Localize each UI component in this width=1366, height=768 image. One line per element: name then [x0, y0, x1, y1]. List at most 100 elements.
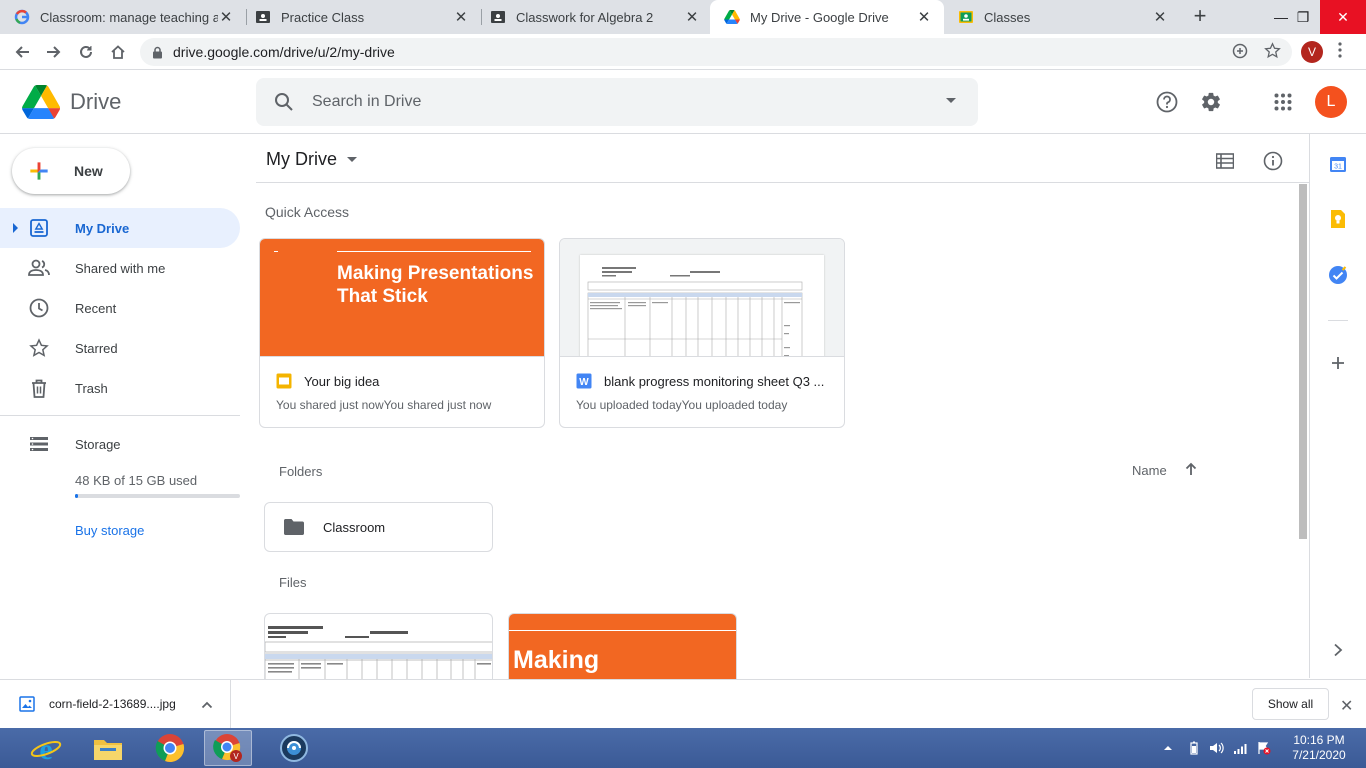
progress-sheet-preview — [265, 626, 492, 683]
drive-icon — [724, 9, 740, 25]
home-button[interactable] — [106, 40, 130, 64]
slide-decoration — [509, 630, 736, 631]
lock-icon — [153, 46, 162, 58]
expand-caret-icon[interactable] — [13, 223, 18, 233]
sort-by-name-button[interactable]: Name — [1132, 463, 1167, 478]
browser-profile-avatar[interactable]: V — [1301, 41, 1323, 63]
download-bar: corn-field-2-13689....jpg Show all ✕ — [0, 679, 1366, 728]
clock-date: 7/21/2020 — [1292, 748, 1346, 762]
address-bar[interactable]: drive.google.com/drive/u/2/my-drive — [140, 38, 1292, 66]
page-title: My Drive — [266, 149, 337, 169]
storage-label: Storage — [75, 436, 121, 452]
svg-text:31: 31 — [1334, 164, 1342, 171]
chevron-up-icon[interactable] — [201, 698, 213, 712]
quick-access-card[interactable]: W blank progress monitoring sheet Q3 ...… — [559, 238, 845, 428]
settings-gear-icon[interactable] — [1199, 90, 1223, 114]
file-card[interactable] — [264, 613, 493, 683]
download-item[interactable]: corn-field-2-13689....jpg — [0, 680, 231, 728]
close-download-bar-icon[interactable]: ✕ — [1340, 696, 1353, 716]
forward-button[interactable] — [42, 40, 66, 64]
tray-expand-icon[interactable] — [1163, 728, 1173, 768]
close-tab-icon[interactable]: ✕ — [218, 8, 234, 26]
document-page-preview — [580, 255, 824, 356]
scrollbar-thumb[interactable] — [1299, 184, 1307, 539]
drive-logo[interactable]: Drive — [22, 85, 121, 119]
folder-item[interactable]: Classroom — [264, 502, 493, 552]
file-card[interactable]: Making — [508, 613, 737, 683]
network-signal-icon[interactable] — [1233, 728, 1249, 768]
tab-title: Classwork for Algebra 2 — [516, 9, 654, 25]
star-bookmark-icon[interactable] — [1264, 42, 1281, 63]
list-view-icon[interactable] — [1213, 149, 1237, 173]
tab-classwork-algebra[interactable]: Classwork for Algebra 2 ✕ — [476, 0, 712, 34]
sidebar-item-label: My Drive — [75, 220, 130, 236]
account-avatar[interactable]: L — [1315, 86, 1347, 118]
sidebar-item-shared-with-me[interactable]: Shared with me — [0, 248, 240, 288]
tab-my-drive[interactable]: My Drive - Google Drive ✕ — [710, 0, 944, 34]
sidebar-item-trash[interactable]: Trash — [0, 368, 240, 408]
file-activity: You uploaded todayYou uploaded today — [576, 398, 788, 412]
download-filename: corn-field-2-13689....jpg — [49, 697, 176, 711]
url-text: drive.google.com/drive/u/2/my-drive — [173, 44, 395, 60]
trash-icon — [28, 378, 50, 398]
close-tab-icon[interactable]: ✕ — [916, 8, 932, 26]
image-file-icon — [19, 696, 35, 712]
sidebar-item-recent[interactable]: Recent — [0, 288, 240, 328]
tasks-icon[interactable] — [1328, 265, 1348, 285]
window-close-button[interactable]: ✕ — [1320, 0, 1366, 34]
clock-time: 10:16 PM — [1293, 733, 1345, 747]
back-button[interactable] — [10, 40, 34, 64]
chrome-icon[interactable] — [146, 730, 194, 766]
sidebar: New My Drive Shared with me Recent Starr… — [0, 134, 256, 678]
volume-icon[interactable] — [1209, 728, 1225, 768]
new-button[interactable]: New — [12, 148, 130, 194]
sort-ascending-arrow-icon[interactable] — [1184, 462, 1198, 481]
sidebar-item-storage[interactable]: Storage — [0, 424, 240, 464]
close-tab-icon[interactable]: ✕ — [1152, 8, 1168, 26]
tab-classes[interactable]: Classes ✕ — [944, 0, 1180, 34]
chrome-profile-taskbar-icon[interactable]: V — [204, 730, 252, 766]
google-g-icon — [14, 9, 30, 25]
page-title-dropdown[interactable]: My Drive — [266, 149, 357, 170]
close-tab-icon[interactable]: ✕ — [684, 8, 700, 26]
star-icon — [28, 338, 50, 358]
battery-icon[interactable] — [1190, 728, 1198, 768]
main-content: My Drive Quick Access Making Presentatio… — [256, 134, 1310, 683]
show-all-button[interactable]: Show all — [1252, 688, 1329, 720]
info-icon[interactable] — [1261, 149, 1285, 173]
expand-panel-chevron-icon[interactable] — [1328, 640, 1348, 660]
sidebar-item-my-drive[interactable]: My Drive — [0, 208, 240, 248]
internet-explorer-icon[interactable]: e — [22, 730, 70, 766]
sidebar-item-label: Trash — [75, 380, 108, 396]
system-clock[interactable]: 10:16 PM 7/21/2020 — [1284, 733, 1354, 763]
sidebar-item-starred[interactable]: Starred — [0, 328, 240, 368]
reload-button[interactable] — [74, 40, 98, 64]
close-tab-icon[interactable]: ✕ — [453, 8, 469, 26]
quick-access-label: Quick Access — [265, 204, 350, 220]
search-options-dropdown-icon[interactable] — [946, 98, 956, 103]
file-explorer-icon[interactable] — [84, 730, 132, 766]
calendar-icon[interactable]: 31 — [1328, 154, 1348, 174]
word-file-icon: W — [576, 373, 592, 389]
quick-access-card[interactable]: Making Presentations That Stick Your big… — [259, 238, 545, 428]
folder-name: Classroom — [323, 519, 386, 535]
file-name-row: Your big idea — [276, 373, 531, 389]
search-box[interactable] — [256, 78, 978, 126]
apps-grid-icon[interactable] — [1271, 90, 1295, 114]
help-icon[interactable] — [1155, 90, 1179, 114]
document-thumbnail — [560, 239, 844, 357]
add-addon-icon[interactable] — [1328, 353, 1348, 373]
my-drive-icon — [28, 218, 50, 238]
tab-practice-class[interactable]: Practice Class ✕ — [241, 0, 481, 34]
browser-menu-icon[interactable] — [1334, 42, 1346, 58]
search-input[interactable] — [312, 93, 912, 111]
tab-classroom-manage[interactable]: Classroom: manage teaching an ✕ — [0, 0, 246, 34]
keep-icon[interactable] — [1328, 209, 1348, 229]
action-center-flag-icon[interactable] — [1257, 728, 1271, 768]
new-tab-button[interactable]: + — [1188, 5, 1212, 29]
buy-storage-link[interactable]: Buy storage — [75, 523, 144, 538]
progress-sheet-preview — [587, 267, 803, 356]
media-app-icon[interactable] — [270, 730, 318, 766]
add-bookmark-icon[interactable] — [1232, 43, 1248, 63]
tab-title: Classroom: manage teaching an — [40, 9, 218, 25]
